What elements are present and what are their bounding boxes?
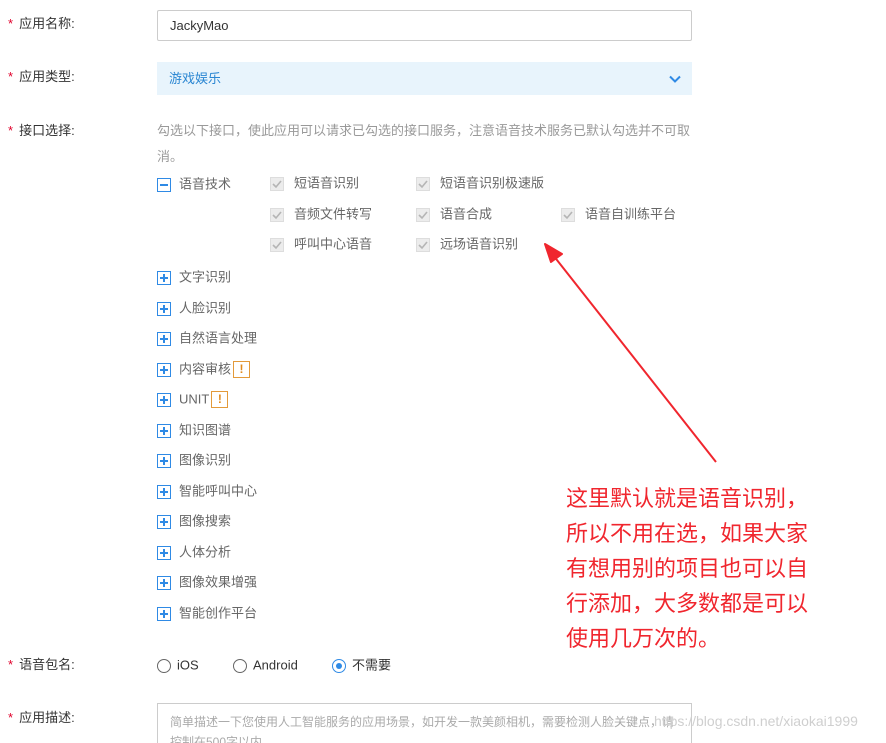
app-desc-textarea[interactable]: 简单描述一下您使用人工智能服务的应用场景，如开发一款美颜相机，需要检测人脸关键点… (157, 703, 692, 743)
category-item[interactable]: 文字识别 (157, 268, 231, 288)
radio-label: Android (253, 657, 298, 673)
expand-icon[interactable] (157, 545, 171, 560)
option-checkbox: 音频文件转写 (270, 205, 372, 225)
radio-ios[interactable]: iOS (157, 656, 199, 676)
option-label: 音频文件转写 (294, 206, 373, 222)
category-label: 图像效果增强 (179, 574, 258, 590)
category-label: 智能创作平台 (179, 605, 258, 621)
option-checkbox: 语音自训练平台 (561, 205, 676, 225)
category-label: 内容审核 (179, 361, 232, 377)
app-name-input[interactable]: JackyMao (157, 10, 692, 41)
category-item[interactable]: UNIT! (157, 390, 229, 410)
api-select-label-text: 接口选择: (19, 123, 75, 138)
app-name-label-text: 应用名称: (19, 16, 75, 31)
required-marker: * (8, 69, 14, 84)
app-name-label: * 应用名称: (8, 14, 75, 34)
api-select-label: * 接口选择: (8, 121, 75, 141)
category-label: 人体分析 (179, 544, 232, 560)
checkbox-checked-disabled-icon (416, 207, 430, 222)
option-checkbox: 短语音识别 (270, 174, 359, 194)
option-label: 语音合成 (440, 206, 493, 222)
app-type-select[interactable]: 游戏娱乐 (157, 62, 692, 95)
expand-icon[interactable] (157, 575, 171, 590)
category-label: 人脸识别 (179, 300, 232, 316)
required-marker: * (8, 710, 14, 725)
expand-icon[interactable] (157, 453, 171, 468)
radio-selected-icon[interactable] (332, 658, 346, 673)
option-label: 短语音识别 (294, 175, 360, 191)
radio-label: 不需要 (352, 657, 392, 673)
radio-android[interactable]: Android (233, 656, 298, 676)
category-item[interactable]: 内容审核! (157, 360, 251, 380)
voice-package-label-text: 语音包名: (19, 657, 75, 672)
category-label: 知识图谱 (179, 422, 232, 438)
category-item[interactable]: 图像识别 (157, 451, 231, 471)
expand-icon[interactable] (157, 392, 171, 407)
checkbox-checked-disabled-icon (270, 176, 284, 191)
category-item[interactable]: 自然语言处理 (157, 329, 257, 349)
category-item[interactable]: 人体分析 (157, 543, 231, 563)
category-item[interactable]: 人脸识别 (157, 299, 231, 319)
category-label: 文字识别 (179, 269, 232, 285)
category-item[interactable]: 图像搜索 (157, 512, 231, 532)
app-type-label-text: 应用类型: (19, 69, 75, 84)
radio-circle-icon[interactable] (233, 658, 247, 673)
required-marker: * (8, 123, 14, 138)
app-desc-label: * 应用描述: (8, 708, 75, 728)
watermark: https://blog.csdn.net/xiaokai1999 (654, 713, 858, 729)
expand-icon[interactable] (157, 362, 171, 377)
expand-icon[interactable] (157, 514, 171, 529)
checkbox-checked-disabled-icon (416, 176, 430, 191)
required-marker: * (8, 657, 14, 672)
category-item[interactable]: 智能创作平台 (157, 604, 257, 624)
option-checkbox: 呼叫中心语音 (270, 235, 372, 255)
category-label: 语音技术 (179, 176, 232, 192)
category-label: 图像搜索 (179, 513, 232, 529)
warning-icon[interactable]: ! (233, 361, 251, 379)
category-item[interactable]: 图像效果增强 (157, 573, 257, 593)
radio-circle-icon[interactable] (157, 658, 171, 673)
checkbox-checked-disabled-icon (270, 237, 284, 252)
radio-none[interactable]: 不需要 (332, 656, 391, 676)
expand-icon[interactable] (157, 484, 171, 499)
option-label: 语音自训练平台 (585, 206, 677, 222)
category-label: 图像识别 (179, 452, 232, 468)
checkbox-checked-disabled-icon (416, 237, 430, 252)
checkbox-checked-disabled-icon (270, 207, 284, 222)
option-checkbox: 短语音识别极速版 (416, 174, 544, 194)
app-desc-label-text: 应用描述: (19, 710, 75, 725)
category-label: 自然语言处理 (179, 330, 258, 346)
radio-label: iOS (177, 657, 199, 673)
warning-icon[interactable]: ! (211, 391, 229, 409)
app-type-label: * 应用类型: (8, 67, 75, 87)
app-type-selected-value: 游戏娱乐 (169, 71, 222, 86)
expand-icon[interactable] (157, 301, 171, 316)
annotation-line: 使用几万次的。 (566, 627, 721, 652)
chevron-down-icon (669, 75, 681, 83)
category-label: UNIT (179, 391, 210, 407)
option-label: 短语音识别极速版 (440, 175, 545, 191)
annotation-line: 所以不用在选，如果大家 (566, 522, 809, 547)
option-label: 呼叫中心语音 (294, 236, 373, 252)
annotation-note: 这里默认就是语音识别， 所以不用在选，如果大家 有想用别的项目也可以自 行添加，… (566, 482, 866, 657)
annotation-line: 这里默认就是语音识别， (566, 487, 809, 512)
api-select-hint: 勾选以下接口，使此应用可以请求已勾选的接口服务，注意语音技术服务已默认勾选并不可… (157, 123, 691, 164)
checkbox-checked-disabled-icon (561, 207, 575, 222)
option-label: 远场语音识别 (440, 236, 519, 252)
category-label: 智能呼叫中心 (179, 483, 258, 499)
expand-icon[interactable] (157, 423, 171, 438)
voice-package-label: * 语音包名: (8, 655, 75, 675)
expand-icon[interactable] (157, 606, 171, 621)
expand-icon[interactable] (157, 331, 171, 346)
required-marker: * (8, 16, 14, 31)
option-checkbox: 语音合成 (416, 205, 492, 225)
annotation-line: 有想用别的项目也可以自 (566, 557, 809, 582)
annotation-line: 行添加，大多数都是可以 (566, 592, 809, 617)
option-checkbox: 远场语音识别 (416, 235, 518, 255)
expand-icon[interactable] (157, 270, 171, 285)
category-item[interactable]: 知识图谱 (157, 421, 231, 441)
collapse-icon[interactable] (157, 177, 171, 192)
category-speech-tech[interactable]: 语音技术 (157, 175, 231, 195)
category-item[interactable]: 智能呼叫中心 (157, 482, 257, 502)
